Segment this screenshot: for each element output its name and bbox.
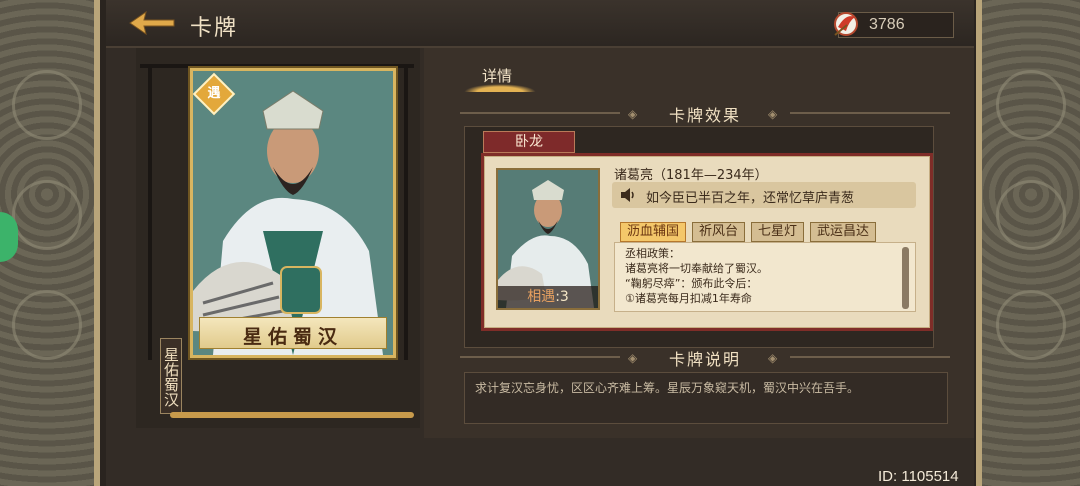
- card-display-panel: 遇 星佑蜀汉 星佑蜀汉: [136, 48, 420, 428]
- card-side-label: 星佑蜀汉: [160, 338, 182, 414]
- currency-value: 3786: [869, 16, 905, 33]
- card-progress-bar: [170, 412, 414, 418]
- player-id: ID: 1105514: [878, 468, 959, 485]
- decor-knot: [996, 70, 1066, 140]
- tab-details-label: 详情: [482, 67, 513, 85]
- decor-knot: [12, 180, 82, 250]
- card-detail-panel: 详情 ◈ 卡牌效果 ◈ 卧龙 相遇:3 诸葛亮（181年—234年） 如今臣已半…: [424, 48, 974, 438]
- skill-tabs: 沥血辅国 祈风台 七星灯 武运昌达: [620, 222, 877, 242]
- decor-knot: [996, 290, 1066, 360]
- effect-section-header: ◈ 卡牌效果 ◈: [460, 102, 950, 125]
- card-portrait-art: [193, 71, 393, 355]
- skill-tab[interactable]: 武运昌达: [810, 222, 877, 242]
- divider-line: [790, 356, 950, 358]
- skill-tab[interactable]: 沥血辅国: [620, 222, 687, 242]
- hero-quote: 如今臣已半百之年，还常忆草庐青葱: [646, 191, 855, 206]
- effect-content: 相遇:3 诸葛亮（181年—234年） 如今臣已半百之年，还常忆草庐青葱 沥血辅…: [481, 153, 933, 331]
- skill-tab[interactable]: 祈风台: [692, 222, 746, 242]
- ornament-icon: ◈: [768, 351, 778, 365]
- page-title: 卡牌: [190, 16, 239, 41]
- description-line: 诸葛亮将一切奉献给了蜀汉。: [625, 262, 768, 275]
- top-bar: 卡牌 3786: [106, 0, 974, 48]
- decor-knot: [996, 180, 1066, 250]
- currency-display: 3786: [834, 12, 954, 38]
- tab-active-indicator: [464, 84, 536, 92]
- explain-section-title: 卡牌说明: [668, 350, 741, 369]
- hero-lifespan: 诸葛亮（181年—234年）: [614, 168, 768, 183]
- card-effect-box: 卧龙 相遇:3 诸葛亮（181年—234年） 如今臣已半百之年，还常忆草庐青葱 …: [464, 126, 934, 348]
- effect-tab-wolong[interactable]: 卧龙: [483, 131, 575, 153]
- right-decor-border: [976, 0, 1080, 486]
- speaker-icon[interactable]: [620, 188, 636, 202]
- description-line: ①诸葛亮每月扣减1年寿命: [625, 292, 752, 305]
- effect-section-title: 卡牌效果: [668, 106, 741, 125]
- explain-section-header: ◈ 卡牌说明 ◈: [460, 346, 950, 369]
- hero-quote-bar[interactable]: 如今臣已半百之年，还常忆草庐青葱: [612, 182, 916, 208]
- skill-tab[interactable]: 七星灯: [751, 222, 805, 242]
- encounter-count: 相遇:3: [498, 286, 598, 308]
- description-line: “鞠躬尽瘁”：颁布此令后：: [625, 277, 758, 290]
- frame-pole: [148, 64, 152, 360]
- frame-pole: [404, 64, 408, 360]
- tab-details[interactable]: 详情: [464, 62, 536, 92]
- feather-currency-icon: [834, 12, 858, 36]
- description-scrollbar[interactable]: [902, 247, 909, 309]
- skill-description[interactable]: 丞相政策： 诸葛亮将一切奉献给了蜀汉。 “鞠躬尽瘁”：颁布此令后： ①诸葛亮每月…: [614, 242, 916, 312]
- ornament-icon: ◈: [768, 107, 778, 121]
- decor-knot: [12, 70, 82, 140]
- divider-line: [790, 112, 950, 114]
- back-arrow-icon[interactable]: [128, 10, 176, 36]
- card-explanation: 求计复汉忘身忧，区区心齐难上筹。星辰万象窥天机，蜀汉中兴在吾手。: [464, 372, 948, 424]
- hero-card[interactable]: 遇 星佑蜀汉: [190, 68, 396, 358]
- card-name-plate: 星佑蜀汉: [199, 317, 387, 349]
- explanation-text: 求计复汉忘身忧，区区心齐难上筹。星辰万象窥天机，蜀汉中兴在吾手。: [475, 381, 860, 395]
- description-line: 丞相政策：: [625, 247, 680, 260]
- hero-portrait[interactable]: 相遇:3: [496, 168, 600, 310]
- card-name: 星佑蜀汉: [242, 326, 343, 348]
- decor-knot: [12, 290, 82, 360]
- main-panel: 卡牌 3786 遇 星佑蜀汉 星佑蜀汉 详情 ◈ 卡牌效果 ◈ 卧龙 相遇:3 …: [106, 0, 974, 486]
